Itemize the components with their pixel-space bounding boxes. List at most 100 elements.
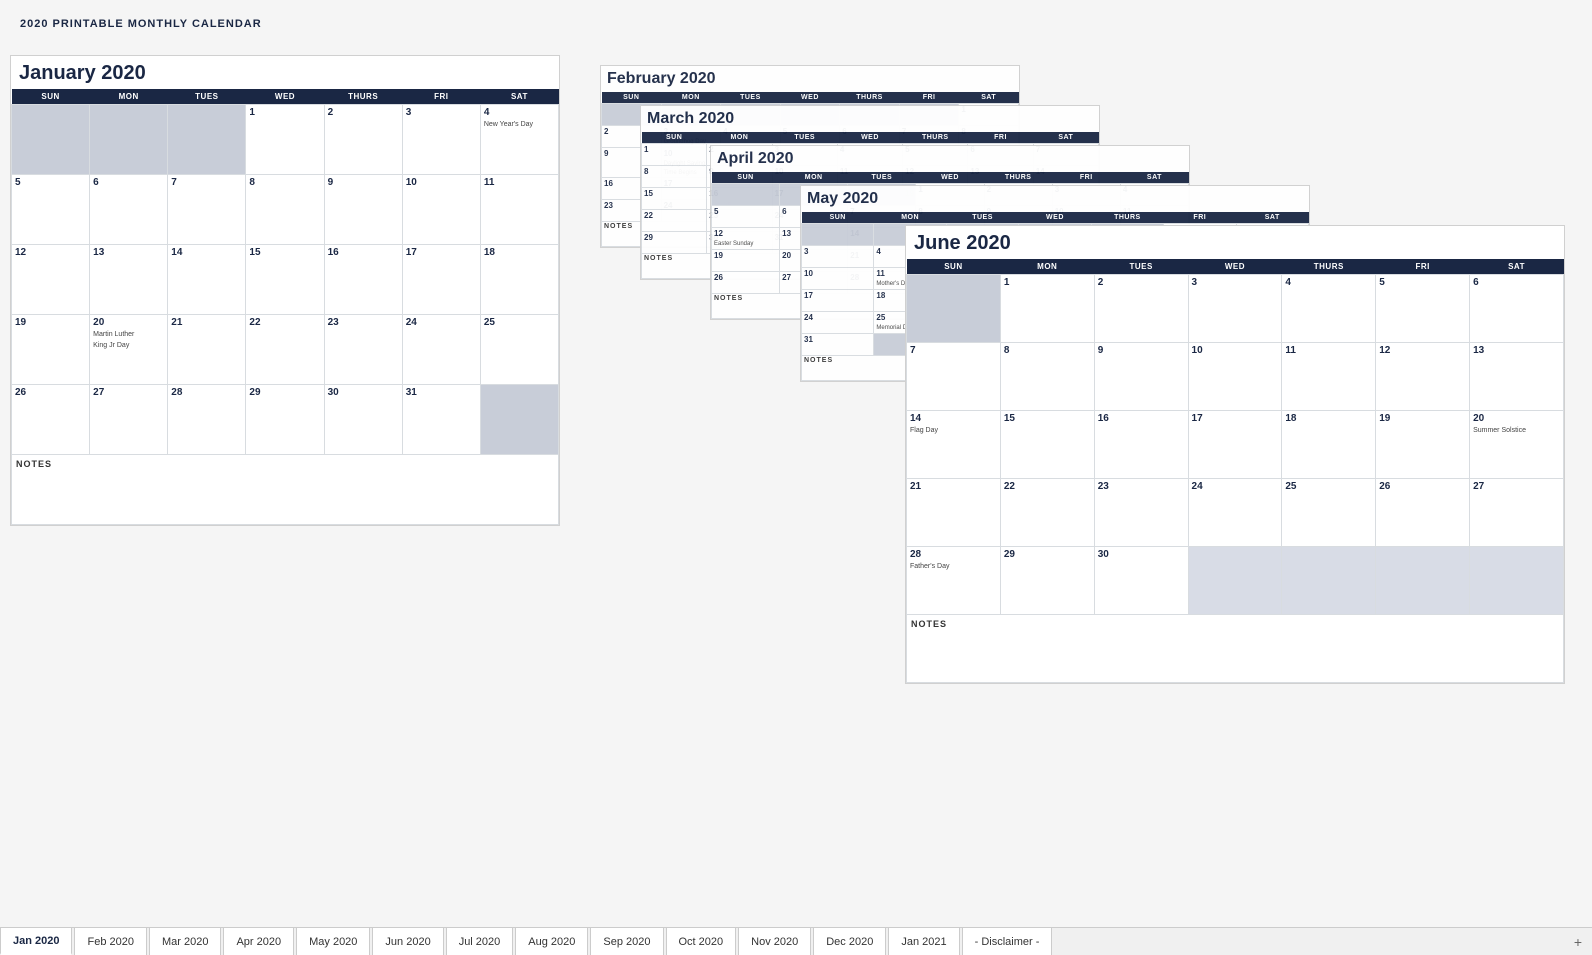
table-row: 14Flag Day 15 16 17 18 19 20Summer Solst… [907, 411, 1564, 479]
tab-dec-2020[interactable]: Dec 2020 [813, 928, 886, 955]
tab-oct-2020[interactable]: Oct 2020 [666, 928, 737, 955]
jun-header-tue: TUES [1094, 259, 1188, 275]
table-cell: 21 [168, 315, 246, 385]
tab-jan-2020[interactable]: Jan 2020 [0, 928, 72, 955]
table-cell: 22 [1000, 479, 1094, 547]
table-cell: 4New Year's Day [480, 105, 558, 175]
tab-apr-2020[interactable]: Apr 2020 [223, 928, 294, 955]
may-title: May 2020 [801, 186, 1309, 212]
tab-jun-2020[interactable]: Jun 2020 [372, 928, 443, 955]
january-title: January 2020 [11, 56, 559, 89]
feb-header-tue: TUES [721, 92, 781, 104]
table-cell: 5 [712, 206, 780, 228]
jun-header-fri: FRI [1376, 259, 1470, 275]
table-cell: 3 [802, 246, 874, 268]
table-cell: 17 [802, 290, 874, 312]
table-cell [168, 105, 246, 175]
table-cell: 25 [1282, 479, 1376, 547]
table-cell: 12 [12, 245, 90, 315]
june-table: SUN MON TUES WED THURS FRI SAT 1 2 3 4 5 [906, 259, 1564, 683]
table-cell: 28Father's Day [907, 547, 1001, 615]
may-header-tue: TUES [946, 212, 1018, 224]
apr-header-wed: WED [916, 172, 984, 184]
table-cell: 26 [12, 385, 90, 455]
mar-header-sat: SAT [1033, 132, 1098, 144]
table-cell [907, 275, 1001, 343]
table-cell: 1 [642, 144, 707, 166]
tab-disclaimer[interactable]: - Disclaimer - [962, 928, 1053, 955]
table-cell: 5 [12, 175, 90, 245]
feb-header-thu: THURS [840, 92, 900, 104]
jun-header-wed: WED [1188, 259, 1282, 275]
table-cell [480, 385, 558, 455]
table-row: 7 8 9 10 11 12 13 [907, 343, 1564, 411]
table-row: 26 27 28 29 30 31 [12, 385, 559, 455]
notes-cell: NOTES [12, 455, 559, 525]
tab-aug-2020[interactable]: Aug 2020 [515, 928, 588, 955]
table-row: 28Father's Day 29 30 [907, 547, 1564, 615]
mar-header-fri: FRI [968, 132, 1033, 144]
table-cell: 16 [1094, 411, 1188, 479]
tab-bar: Jan 2020 Feb 2020 Mar 2020 Apr 2020 May … [0, 927, 1592, 955]
tab-mar-2020[interactable]: Mar 2020 [149, 928, 221, 955]
table-cell: 27 [1470, 479, 1564, 547]
table-cell: 24 [402, 315, 480, 385]
jan-header-tue: TUES [168, 89, 246, 105]
table-cell [712, 184, 780, 206]
table-cell: 24 [1188, 479, 1282, 547]
feb-header-wed: WED [780, 92, 840, 104]
january-calendar: January 2020 SUN MON TUES WED THURS FRI … [10, 55, 560, 526]
tab-may-2020[interactable]: May 2020 [296, 928, 370, 955]
table-cell: 1 [1000, 275, 1094, 343]
table-cell: 2 [1094, 275, 1188, 343]
table-cell: 31 [802, 334, 874, 356]
table-cell: 19 [12, 315, 90, 385]
table-cell: 23 [1094, 479, 1188, 547]
table-cell: 3 [1188, 275, 1282, 343]
table-cell: 7 [168, 175, 246, 245]
may-header-thu: THURS [1091, 212, 1163, 224]
table-cell: 7 [907, 343, 1001, 411]
table-cell: 15 [1000, 411, 1094, 479]
table-cell: 18 [1282, 411, 1376, 479]
table-cell: 13 [90, 245, 168, 315]
table-cell: 3 [402, 105, 480, 175]
tab-sep-2020[interactable]: Sep 2020 [590, 928, 663, 955]
feb-header-mon: MON [661, 92, 721, 104]
table-cell [90, 105, 168, 175]
notes-cell: NOTES [907, 615, 1564, 683]
feb-header-sat: SAT [959, 92, 1019, 104]
table-cell [1470, 547, 1564, 615]
june-calendar: June 2020 SUN MON TUES WED THURS FRI SAT… [905, 225, 1565, 684]
table-cell: 23 [324, 315, 402, 385]
mar-header-mon: MON [707, 132, 772, 144]
table-cell: 19 [1376, 411, 1470, 479]
table-cell: 29 [246, 385, 324, 455]
table-cell [1282, 547, 1376, 615]
tab-jul-2020[interactable]: Jul 2020 [446, 928, 514, 955]
table-row: 19 20Martin LutherKing Jr Day 21 22 23 2… [12, 315, 559, 385]
feb-header-sun: SUN [602, 92, 662, 104]
table-cell: 6 [1470, 275, 1564, 343]
february-title: February 2020 [601, 66, 1019, 92]
jun-header-sun: SUN [907, 259, 1001, 275]
table-cell: 15 [246, 245, 324, 315]
table-row: 12 13 14 15 16 17 18 [12, 245, 559, 315]
add-sheet-button[interactable]: + [1564, 928, 1592, 955]
page-title: 2020 PRINTABLE MONTHLY CALENDAR [20, 18, 1572, 30]
tab-feb-2020[interactable]: Feb 2020 [74, 928, 146, 955]
apr-header-sat: SAT [1120, 172, 1188, 184]
tab-jan-2021[interactable]: Jan 2021 [888, 928, 959, 955]
mar-header-sun: SUN [642, 132, 707, 144]
jun-header-sat: SAT [1470, 259, 1564, 275]
jun-header-mon: MON [1000, 259, 1094, 275]
table-cell [12, 105, 90, 175]
table-row: 1 2 3 4 5 6 [907, 275, 1564, 343]
table-cell: 31 [402, 385, 480, 455]
january-table: SUN MON TUES WED THURS FRI SAT 1 2 3 [11, 89, 559, 525]
june-title: June 2020 [906, 226, 1564, 259]
table-cell: 4 [1282, 275, 1376, 343]
table-cell: 10 [1188, 343, 1282, 411]
tab-nov-2020[interactable]: Nov 2020 [738, 928, 811, 955]
table-cell: 16 [324, 245, 402, 315]
